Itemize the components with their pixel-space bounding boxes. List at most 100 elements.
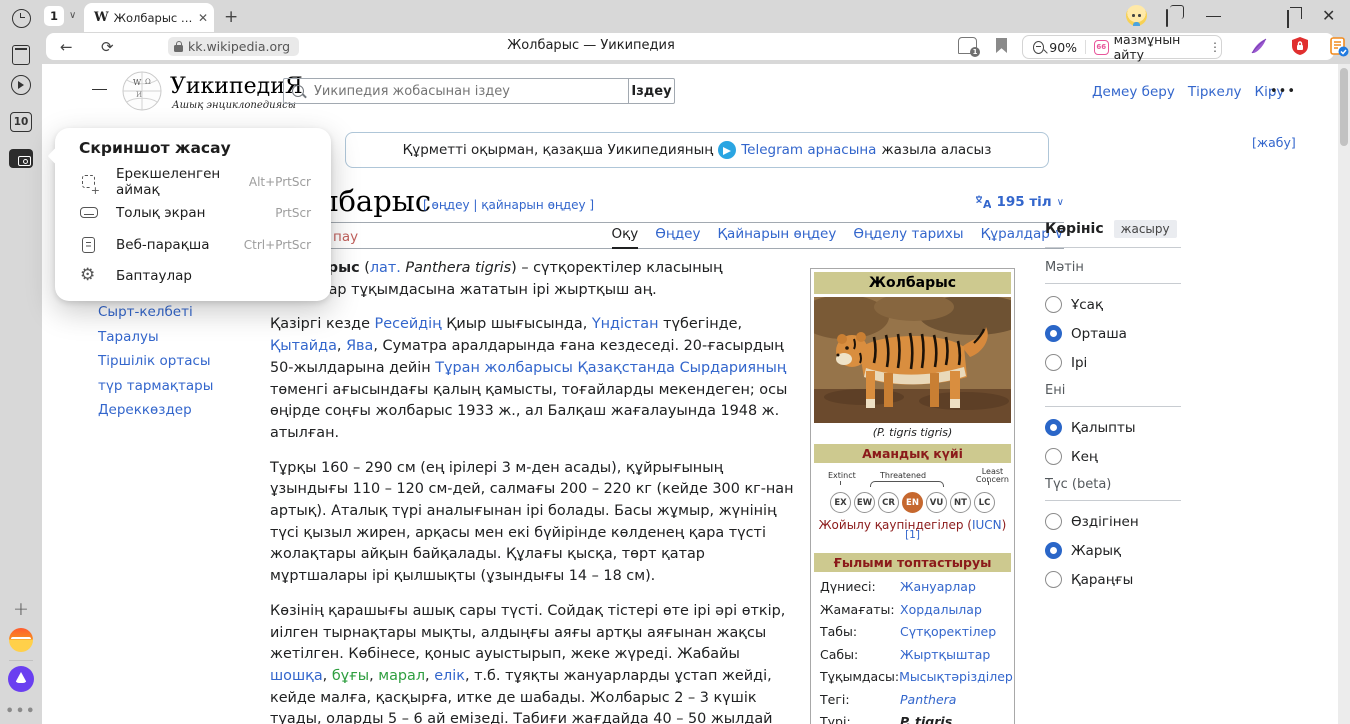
toc-partial-text[interactable]: пау [333, 229, 358, 245]
wiki-search-box[interactable] [283, 78, 629, 104]
banner-close-link[interactable]: [жабу] [1252, 135, 1296, 150]
reference-link[interactable]: [1] [905, 529, 920, 541]
header-link[interactable]: Тіркелу [1188, 84, 1242, 100]
section-label-text: Мәтін [1045, 260, 1181, 284]
wikipedia-logo[interactable]: WΩИ [121, 70, 163, 116]
editor-extension-icon[interactable] [1249, 36, 1269, 56]
radio-icon[interactable] [1045, 513, 1062, 530]
more-tools-icon[interactable]: ⋮ [1209, 40, 1221, 54]
taxonomy-value[interactable]: Мысықтәрізділер [899, 669, 1013, 684]
yandex-mail-icon[interactable] [8, 627, 34, 653]
tab-group-chevron-icon[interactable]: ∨ [69, 10, 76, 21]
radio-icon[interactable] [1045, 296, 1062, 313]
profile-avatar[interactable] [1126, 5, 1147, 26]
page-scrollbar[interactable] [1338, 64, 1350, 724]
toc-item[interactable]: түр тармақтары [98, 378, 258, 394]
taxonomy-value[interactable]: P. tigris [900, 714, 1009, 724]
collections-icon[interactable]: 1 [958, 37, 977, 54]
radio-option[interactable]: Кең [1045, 448, 1181, 465]
text-segment: елік [434, 668, 465, 684]
bookmark-icon[interactable] [996, 38, 1007, 53]
tab-counter-icon[interactable]: 10 [8, 109, 34, 135]
taxonomy-value[interactable]: Жыртқыштар [900, 647, 1009, 662]
zoom-level[interactable]: 90% [1049, 40, 1077, 55]
site-pill[interactable]: kk.wikipedia.org [168, 37, 299, 56]
toc-item[interactable]: Тіршілік ортасы [98, 353, 258, 369]
reload-button[interactable]: ⟳ [101, 38, 114, 56]
scrollbar-thumb[interactable] [1340, 68, 1348, 146]
radio-icon[interactable] [1045, 542, 1062, 559]
toc-item[interactable]: Таралуы [98, 329, 258, 345]
tab-close-icon[interactable]: ✕ [198, 11, 208, 25]
radio-option[interactable]: Қалыпты [1045, 419, 1181, 436]
zoom-icon[interactable] [1033, 41, 1044, 54]
view-tab[interactable]: Оқу [612, 226, 639, 249]
radio-option[interactable]: Ұсақ [1045, 296, 1181, 313]
language-selector[interactable]: A 195 тіл ∨ [975, 194, 1064, 210]
header-more-icon[interactable]: ••• [1270, 84, 1296, 99]
radio-option[interactable]: Өздігінен [1045, 513, 1181, 530]
taxonomy-row: Тегі: Panthera [820, 692, 1009, 707]
radio-icon[interactable] [1045, 325, 1062, 342]
radio-option[interactable]: Жарық [1045, 542, 1181, 559]
iucn-code[interactable]: EX [830, 492, 851, 513]
alice-assistant-icon[interactable] [8, 666, 34, 692]
panels-icon[interactable] [8, 42, 34, 68]
history-icon[interactable] [8, 5, 34, 31]
sidebar-add-icon[interactable]: + [8, 596, 34, 622]
taxonomy-value[interactable]: Хордалылар [900, 602, 1009, 617]
sidebar-more-icon[interactable]: ••• [8, 698, 34, 724]
video-play-icon[interactable] [8, 72, 34, 98]
back-button[interactable]: ← [60, 38, 73, 56]
toc-item[interactable]: Сырт-келбеті [98, 304, 258, 320]
iucn-link[interactable]: IUCN [972, 518, 1002, 532]
menu-item[interactable]: Баптаулар [55, 261, 331, 293]
iucn-code[interactable]: EW [854, 492, 875, 513]
iucn-code[interactable]: NT [950, 492, 971, 513]
docs-extension-icon[interactable] [1328, 36, 1348, 56]
taxonomy-value[interactable]: Сүтқоректілер [900, 624, 1009, 639]
radio-option[interactable]: Орташа [1045, 325, 1181, 342]
menu-item[interactable]: Ерекшеленген аймақ Alt+PrtScr [55, 166, 331, 198]
close-window-button[interactable]: ✕ [1322, 6, 1335, 25]
view-tab[interactable]: Өңделу тарихы [853, 226, 963, 247]
language-count[interactable]: 195 тіл [996, 194, 1051, 210]
title-edit-links[interactable]: [ өңдеу | қайнарын өңдеу ] [423, 198, 594, 212]
iucn-code[interactable]: VU [926, 492, 947, 513]
telegram-link[interactable]: Telegram арнасына [741, 142, 876, 158]
radio-option[interactable]: Ірі [1045, 354, 1181, 371]
protect-shield-icon[interactable] [1290, 36, 1310, 56]
read-aloud-icon[interactable]: 66 [1094, 40, 1109, 55]
lock-icon [174, 45, 183, 52]
iucn-code[interactable]: LC [974, 492, 995, 513]
taxonomy-value[interactable]: Жануарлар [900, 579, 1009, 594]
taxonomy-value[interactable]: Panthera [900, 692, 1009, 707]
iucn-code[interactable]: CR [878, 492, 899, 513]
iucn-code[interactable]: EN [902, 492, 923, 513]
screenshot-icon[interactable] [8, 145, 34, 171]
view-tab[interactable]: Қайнарын өңдеу [717, 226, 836, 247]
radio-icon[interactable] [1045, 419, 1062, 436]
header-link[interactable]: Демеу беру [1092, 84, 1175, 100]
toc-item[interactable]: Дереккөздер [98, 402, 258, 418]
tiger-image[interactable] [814, 297, 1011, 423]
tab-panels-icon[interactable] [1166, 10, 1168, 26]
active-tab[interactable]: W Жолбарыс — Уикипеди ✕ [84, 3, 214, 32]
iucn-label-threatened: Threatened [880, 471, 926, 480]
radio-icon[interactable] [1045, 354, 1062, 371]
menu-item[interactable]: Толық экран PrtScr [55, 198, 331, 230]
search-button[interactable]: Іздеу [628, 78, 675, 104]
radio-option[interactable]: Қараңғы [1045, 571, 1181, 588]
new-tab-button[interactable]: + [224, 7, 238, 27]
view-tab[interactable]: Өңдеу [655, 226, 700, 247]
radio-icon[interactable] [1045, 448, 1062, 465]
radio-icon[interactable] [1045, 571, 1062, 588]
address-bar[interactable]: ← ⟳ kk.wikipedia.org Жолбарыс — Уикипеди… [46, 33, 1334, 60]
tab-group-badge[interactable]: 1 [44, 6, 64, 26]
read-aloud-label[interactable]: мазмұнын айту [1114, 32, 1199, 62]
hide-appearance-button[interactable]: жасыру [1114, 220, 1177, 238]
menu-item[interactable]: Веб-парақша Ctrl+PrtScr [55, 229, 331, 261]
search-input[interactable] [312, 83, 628, 100]
restore-button[interactable] [1287, 11, 1289, 27]
site-url[interactable]: kk.wikipedia.org [188, 39, 290, 54]
